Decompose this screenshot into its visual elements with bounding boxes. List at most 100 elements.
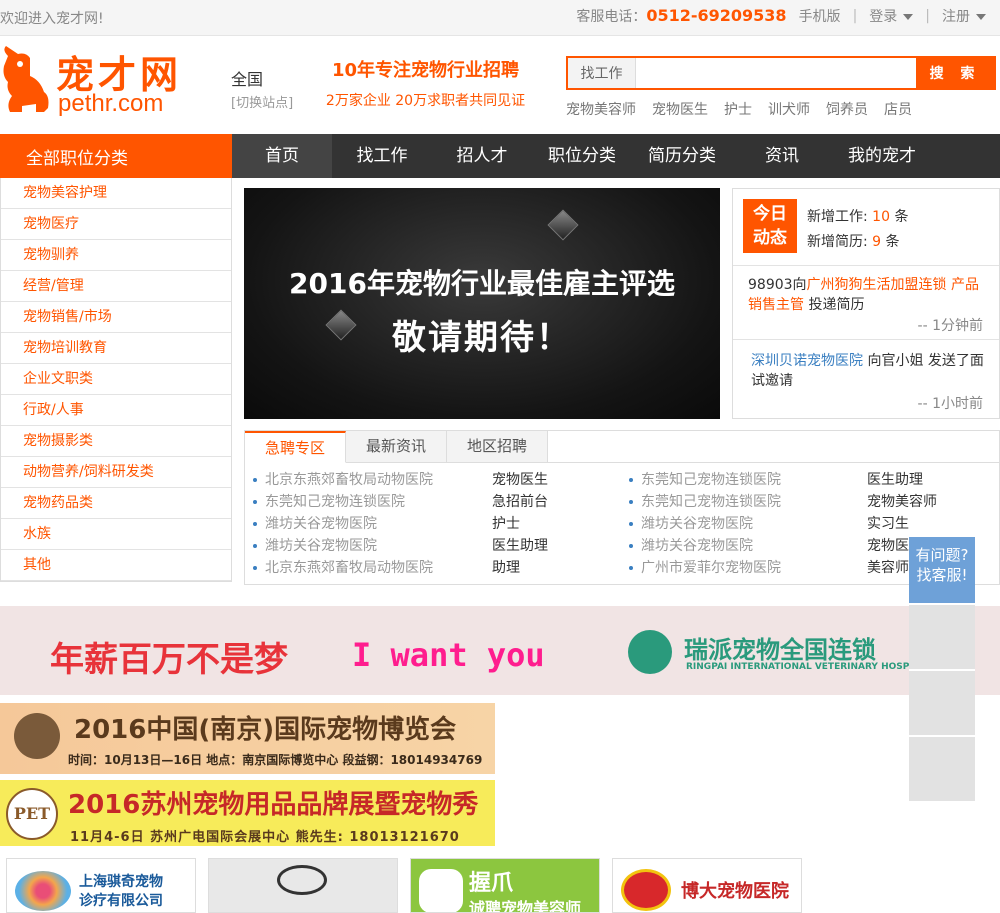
new-resumes-stat: 新增简历: 9 条 — [807, 231, 900, 251]
login-menu[interactable]: 登录 — [869, 6, 914, 26]
partner-logo-wozhua[interactable]: 握爪 诚聘宠物美容师 — [410, 858, 600, 913]
job-row: 北京东燕郊畜牧局动物医院 — [253, 557, 433, 579]
bullet — [629, 478, 633, 482]
float-slot[interactable] — [909, 603, 975, 669]
hot-keyword-link[interactable]: 宠物医生 — [652, 99, 708, 119]
site-logo[interactable]: 宠才网 pethr.com — [0, 44, 205, 124]
tab-latest-news[interactable]: 最新资讯 — [346, 431, 447, 463]
search-bar: 找工作 搜 索 — [566, 56, 996, 90]
job-position-link[interactable]: 实习生 — [867, 513, 909, 535]
job-company-link[interactable]: 北京东燕郊畜牧局动物医院 — [265, 472, 433, 488]
search-type-select[interactable]: 找工作 — [568, 58, 636, 88]
job-company-link[interactable]: 潍坊关谷宠物医院 — [641, 538, 753, 554]
register-menu[interactable]: 注册 — [942, 6, 986, 26]
sidebar-category-item[interactable]: 宠物摄影类 — [1, 426, 231, 457]
search-button[interactable]: 搜 索 — [916, 58, 994, 88]
nav-item-find-job[interactable]: 找工作 — [332, 134, 432, 178]
sidebar-category-item[interactable]: 宠物药品类 — [1, 488, 231, 519]
sidebar-category-item[interactable]: 宠物医疗 — [1, 209, 231, 240]
bullet — [629, 500, 633, 504]
sidebar-category-item[interactable]: 其他 — [1, 550, 231, 581]
job-row: 潍坊关谷宠物医院 — [253, 513, 377, 535]
partner-logo-boda[interactable]: 博大宠物医院 — [612, 858, 802, 913]
sidebar-category-item[interactable]: 宠物销售/市场 — [1, 302, 231, 333]
job-company-link[interactable]: 东莞知己宠物连锁医院 — [265, 494, 405, 510]
logo-english: pethr.com — [58, 90, 164, 117]
job-row: 广州市爱菲尔宠物医院 — [629, 557, 781, 579]
hot-keyword-link[interactable]: 饲养员 — [826, 99, 868, 119]
mobile-link[interactable]: 手机版 — [799, 6, 841, 26]
nav-item-my-account[interactable]: 我的宠才 — [832, 134, 932, 178]
sidebar-category-item[interactable]: 动物营养/饲料研发类 — [1, 457, 231, 488]
ad-want-text: I want you — [352, 636, 545, 674]
new-jobs-unit: 条 — [894, 209, 909, 225]
job-company-link[interactable]: 北京东燕郊畜牧局动物医院 — [265, 560, 433, 576]
nanjing-expo-banner[interactable]: 2016中国(南京)国际宠物博览会 时间：10月13日—16日 地点：南京国际博… — [0, 703, 495, 774]
region-switch-link[interactable]: [切换站点] — [231, 92, 293, 111]
hot-keyword-link[interactable]: 店员 — [884, 99, 912, 119]
sidebar-category-item[interactable]: 经营/管理 — [1, 271, 231, 302]
bullet — [253, 522, 257, 526]
register-label: 注册 — [942, 9, 970, 25]
bullet — [253, 500, 257, 504]
partner-logo-shanghai-qiqi[interactable]: 上海骐奇宠物 诊疗有限公司 — [6, 858, 196, 913]
nav-items: 首页 找工作 招人才 职位分类 简历分类 资讯 我的宠才 — [232, 134, 932, 178]
job-company-link[interactable]: 潍坊关谷宠物医院 — [641, 516, 753, 532]
float-slot[interactable] — [909, 669, 975, 735]
nav-item-home[interactable]: 首页 — [232, 134, 332, 178]
job-position-link[interactable]: 护士 — [492, 513, 520, 535]
sidebar-category-item[interactable]: 企业文职类 — [1, 364, 231, 395]
event-time: -- 1小时前 — [917, 396, 983, 412]
partner-name: 上海骐奇宠物 诊疗有限公司 — [79, 873, 163, 911]
job-company-link[interactable]: 东莞知己宠物连锁医院 — [641, 494, 781, 510]
hero-banner[interactable]: 2016年宠物行业最佳雇主评选 敬请期待！ — [244, 188, 720, 419]
job-company-link[interactable]: 潍坊关谷宠物医院 — [265, 516, 377, 532]
suzhou-expo-banner[interactable]: PET 2016苏州宠物用品品牌展暨宠物秀 11月4-6日 苏州广电国际会展中心… — [0, 780, 495, 846]
job-company-link[interactable]: 广州市爱菲尔宠物医院 — [641, 560, 781, 576]
hot-keyword-link[interactable]: 训犬师 — [768, 99, 810, 119]
welcome-text: 欢迎进入宠才网! — [0, 11, 104, 27]
search-input[interactable] — [636, 58, 916, 88]
sidebar-category-item[interactable]: 宠物美容护理 — [1, 178, 231, 209]
job-company-link[interactable]: 东莞知己宠物连锁医院 — [641, 472, 781, 488]
sidebar-category-item[interactable]: 水族 — [1, 519, 231, 550]
category-sidebar: 宠物美容护理 宠物医疗 宠物驯养 经营/管理 宠物销售/市场 宠物培训教育 企业… — [0, 178, 232, 582]
region-selector: 全国 [切换站点] — [231, 66, 293, 111]
hot-keyword-link[interactable]: 护士 — [724, 99, 752, 119]
ringpai-ad-banner[interactable]: 年薪百万不是梦 I want you 瑞派宠物全国连锁 RINGPAI INTE… — [0, 606, 1000, 695]
new-jobs-stat: 新增工作: 10 条 — [807, 206, 908, 226]
job-position-link[interactable]: 医生助理 — [492, 535, 548, 557]
sidebar-category-item[interactable]: 宠物驯养 — [1, 240, 231, 271]
job-position-link[interactable]: 医生助理 — [867, 469, 923, 491]
new-jobs-label: 新增工作: — [807, 209, 868, 225]
tab-regional[interactable]: 地区招聘 — [447, 431, 548, 463]
job-position-link[interactable]: 助理 — [492, 557, 520, 579]
help-button[interactable]: 有问题? 找客服! — [909, 537, 975, 603]
nav-item-job-categories[interactable]: 职位分类 — [532, 134, 632, 178]
event-company-link[interactable]: 广州狗狗生活加盟连锁 — [807, 277, 947, 293]
header: 宠才网 pethr.com 全国 [切换站点] 10年专注宠物行业招聘 2万家企… — [0, 36, 1000, 134]
job-company-link[interactable]: 潍坊关谷宠物医院 — [265, 538, 377, 554]
pet-badge-icon: PET — [6, 788, 58, 840]
event-company-link[interactable]: 深圳贝诺宠物医院 — [751, 353, 863, 369]
job-row: 东莞知己宠物连锁医院 — [253, 491, 405, 513]
float-slot[interactable] — [909, 735, 975, 801]
hot-keyword-link[interactable]: 宠物美容师 — [566, 99, 636, 119]
partner-name-line2: 诊疗有限公司 — [79, 893, 163, 909]
nav-item-news[interactable]: 资讯 — [732, 134, 832, 178]
sidebar-category-item[interactable]: 行政/人事 — [1, 395, 231, 426]
tab-urgent[interactable]: 急聘专区 — [245, 431, 346, 463]
slogan-line2: 2万家企业 20万求职者共同见证 — [325, 93, 526, 109]
nav-item-recruit[interactable]: 招人才 — [432, 134, 532, 178]
nav-item-resume-categories[interactable]: 简历分类 — [632, 134, 732, 178]
job-position-link[interactable]: 宠物美容师 — [867, 491, 937, 513]
divider — [733, 265, 999, 266]
ringpai-logo-icon — [628, 630, 672, 674]
ad-slogan: 年薪百万不是梦 — [50, 640, 288, 680]
sidebar-category-item[interactable]: 宠物培训教育 — [1, 333, 231, 364]
job-position-link[interactable]: 急招前台 — [492, 491, 548, 513]
all-categories-button[interactable]: 全部职位分类 — [0, 134, 232, 178]
job-position-link[interactable]: 宠物医生 — [492, 469, 548, 491]
partner-logo-bee[interactable] — [208, 858, 398, 913]
job-position-link[interactable]: 美容师 — [867, 557, 909, 579]
